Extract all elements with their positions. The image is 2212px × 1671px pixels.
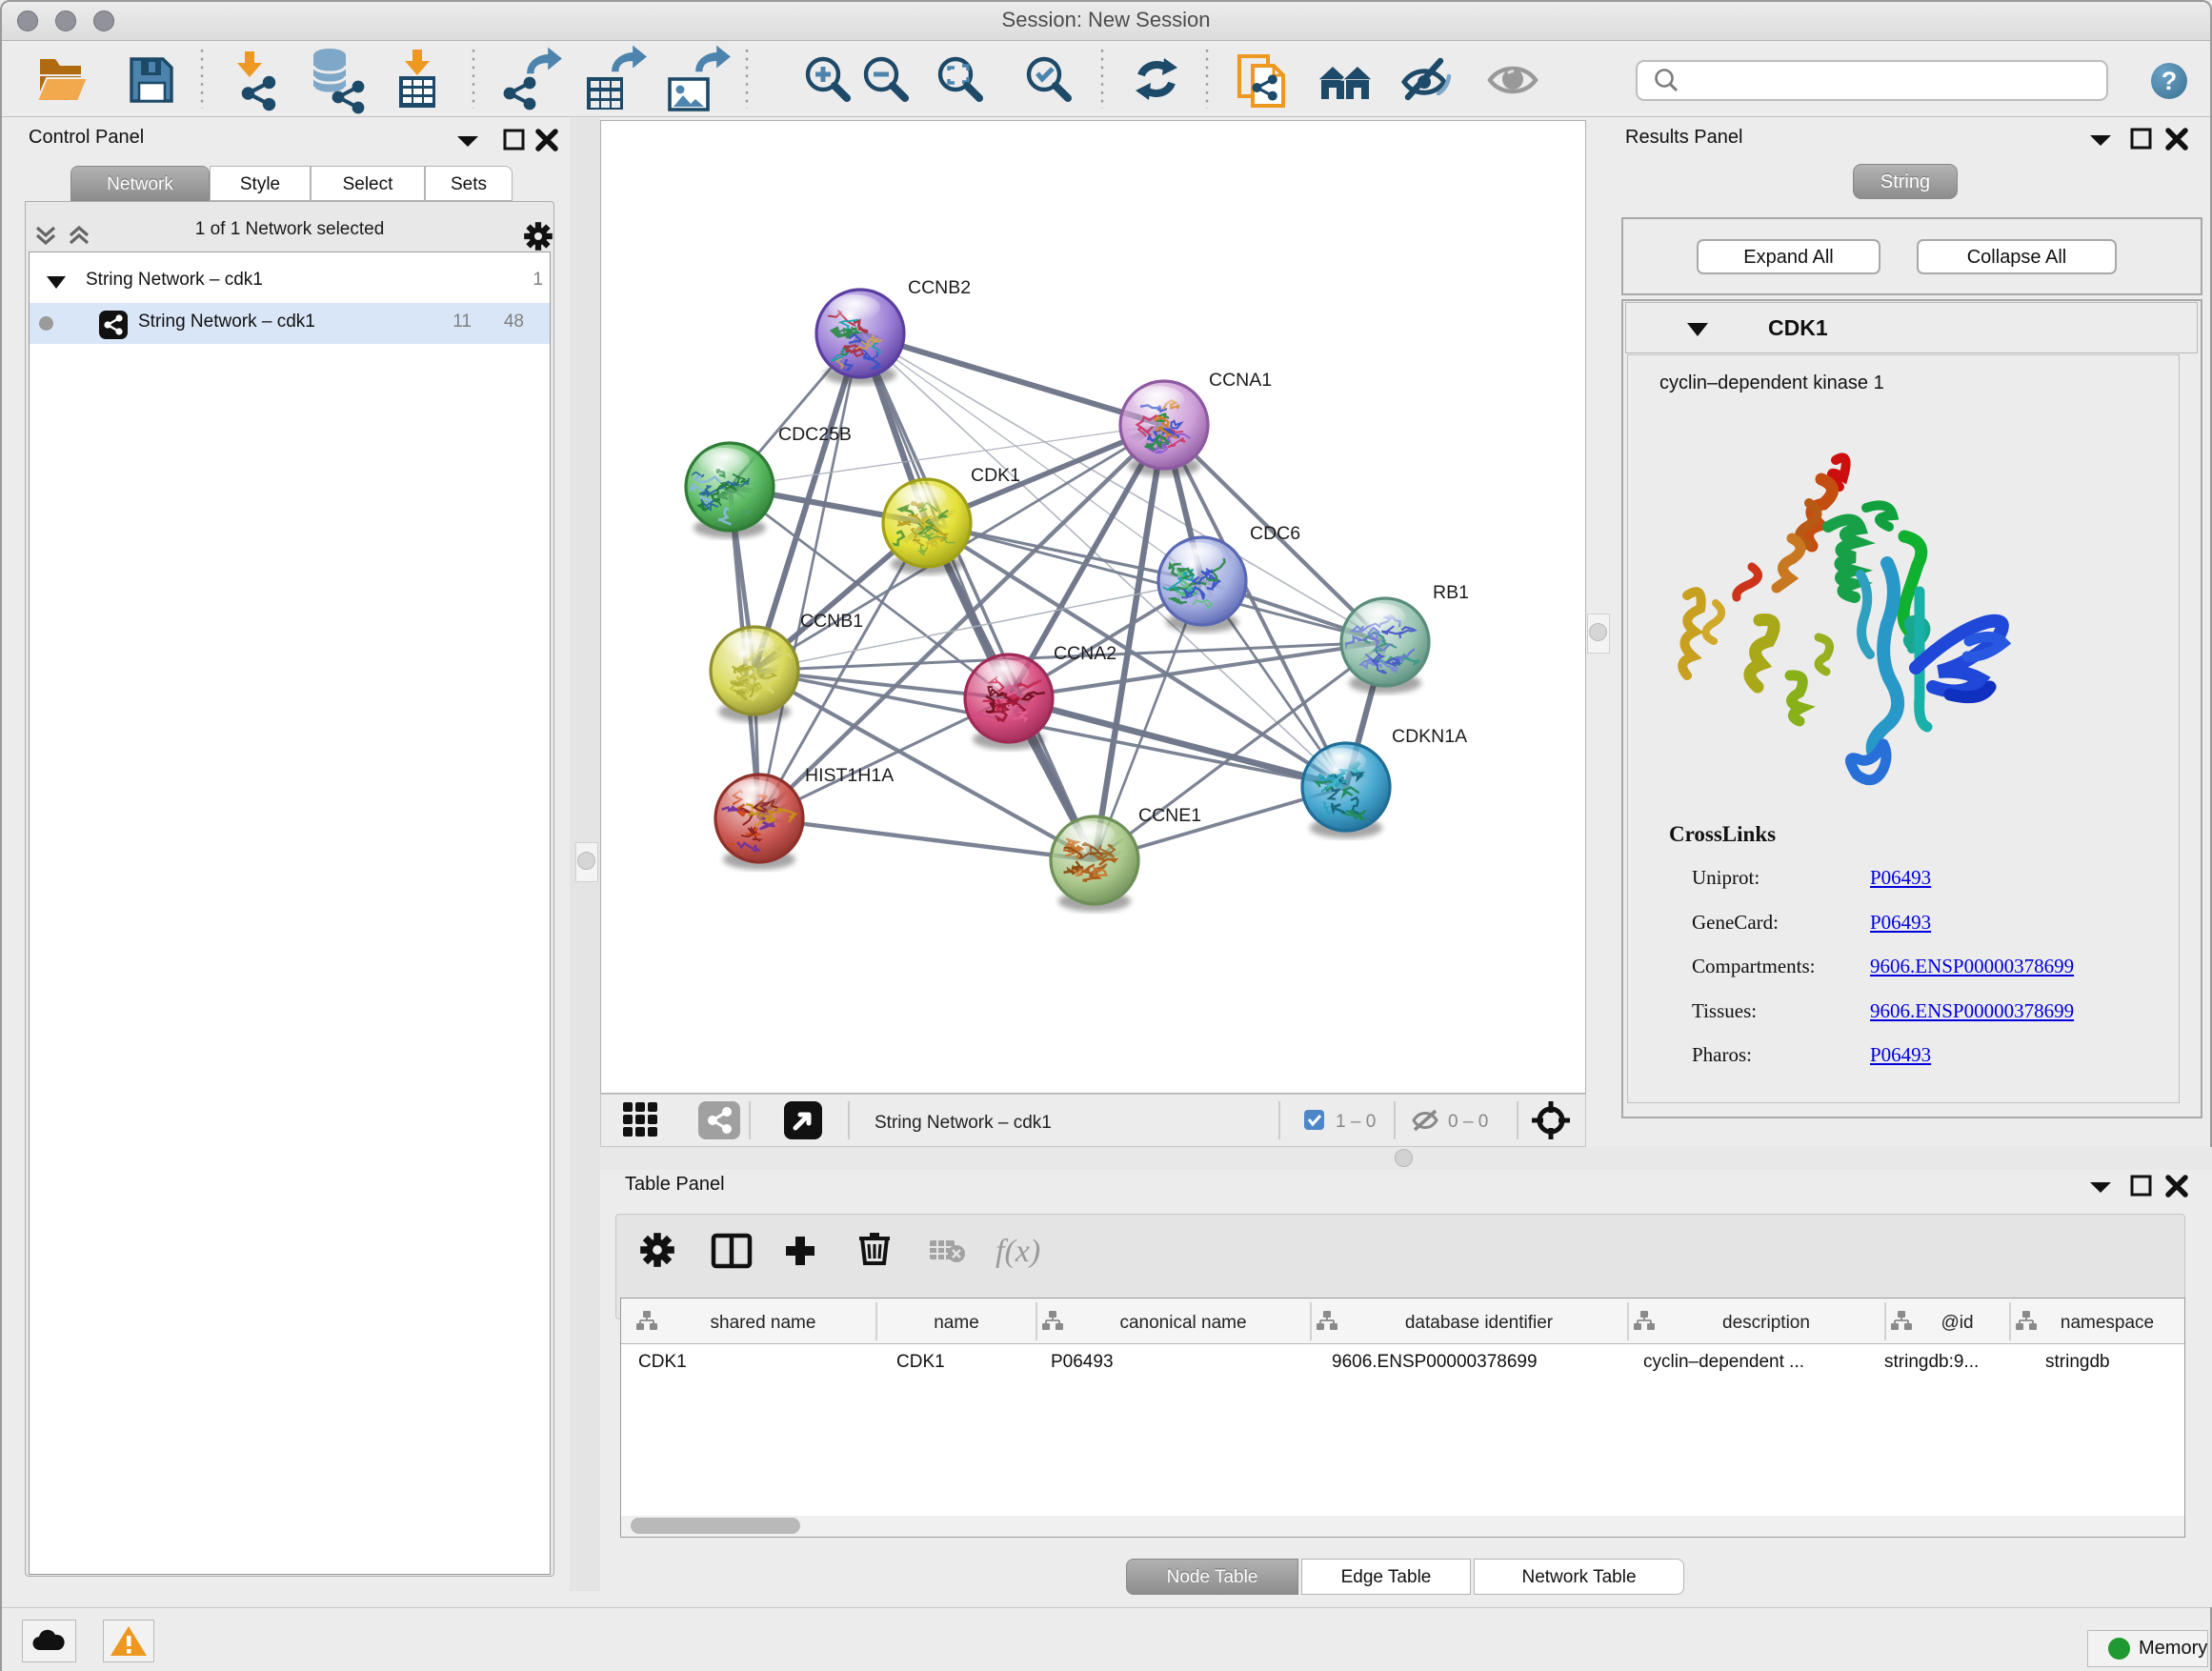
svg-text:0 – 0: 0 – 0 xyxy=(1448,1112,1488,1132)
svg-text:shared name: shared name xyxy=(711,1313,816,1333)
svg-text:name: name xyxy=(934,1313,979,1333)
svg-text:@id: @id xyxy=(1941,1313,1973,1333)
svg-text:CCNE1: CCNE1 xyxy=(1138,805,1201,826)
svg-text:canonical name: canonical name xyxy=(1119,1313,1246,1333)
svg-text:RB1: RB1 xyxy=(1433,582,1469,603)
svg-text:CDC25B: CDC25B xyxy=(778,424,852,445)
svg-text:CDC6: CDC6 xyxy=(1250,523,1300,544)
svg-text:description: description xyxy=(1722,1313,1810,1333)
svg-text:String Network – cdk1: String Network – cdk1 xyxy=(875,1113,1052,1133)
svg-text:CCNB2: CCNB2 xyxy=(908,277,971,298)
svg-text:HIST1H1A: HIST1H1A xyxy=(805,765,894,786)
svg-text:f(x): f(x) xyxy=(995,1234,1040,1269)
svg-text:1 – 0: 1 – 0 xyxy=(1336,1112,1376,1132)
svg-text:CCNB1: CCNB1 xyxy=(800,611,863,632)
svg-text:CDK1: CDK1 xyxy=(971,465,1020,486)
svg-text:CDKN1A: CDKN1A xyxy=(1392,726,1467,747)
svg-text:CCNA2: CCNA2 xyxy=(1054,643,1116,664)
svg-text:database identifier: database identifier xyxy=(1405,1313,1554,1333)
svg-text:CCNA1: CCNA1 xyxy=(1209,370,1272,391)
svg-text:namespace: namespace xyxy=(2061,1313,2154,1333)
